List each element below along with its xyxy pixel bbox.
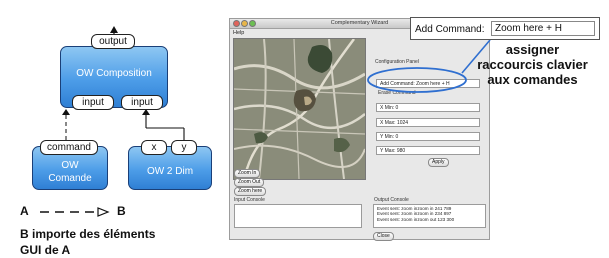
highlight-ellipse	[367, 67, 467, 93]
caption: assigner raccourcis clavier aux comandes	[465, 42, 600, 87]
caption-line-3: aux comandes	[487, 72, 578, 87]
callout-label: Add Command:	[415, 24, 485, 35]
caption-line-1: assigner	[505, 42, 560, 57]
add-command-callout: Add Command: Zoom here + H	[410, 17, 600, 40]
callout-field: Zoom here + H	[491, 21, 595, 36]
caption-line-2: raccourcis clavier	[477, 57, 588, 72]
